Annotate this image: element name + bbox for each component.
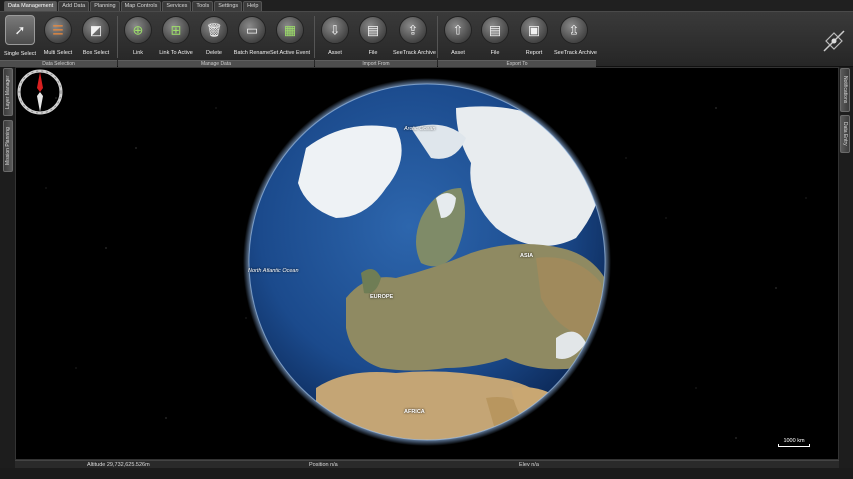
report-icon: ▣ bbox=[520, 16, 548, 44]
set-active-event-label: Set Active Event bbox=[270, 50, 311, 56]
file-import-icon: ▤ bbox=[359, 16, 387, 44]
export-asset-button[interactable]: ⇧ Asset bbox=[438, 14, 478, 58]
calendar-icon: ▦ bbox=[276, 16, 304, 44]
import-seetrack-archive-label: SeeTrack Archive bbox=[393, 50, 436, 56]
group-label-export-to: Export To bbox=[438, 60, 596, 67]
batch-rename-label: Batch Rename bbox=[233, 50, 271, 56]
mission-planning-tab[interactable]: Mission Planning bbox=[3, 120, 13, 172]
cursor-icon: ➚ bbox=[5, 15, 35, 45]
globe-viewport[interactable]: Arctic Ocean North Atlantic Ocean EUROPE… bbox=[15, 67, 839, 460]
tab-data-management[interactable]: Data Management bbox=[4, 1, 58, 11]
delete-button[interactable]: 🗑 Delete bbox=[194, 14, 234, 58]
export-seetrack-archive-label: SeeTrack Archive bbox=[554, 50, 597, 56]
label-europe: EUROPE bbox=[370, 294, 394, 300]
file-export-icon: ▤ bbox=[481, 16, 509, 44]
import-seetrack-archive-button[interactable]: ⇪ SeeTrack Archive bbox=[393, 14, 436, 58]
group-label-import-from: Import From bbox=[315, 60, 437, 67]
compass-icon[interactable] bbox=[16, 68, 64, 116]
archive-export-icon: ⇫ bbox=[560, 16, 588, 44]
delete-label: Delete bbox=[206, 50, 222, 56]
single-select-label: Single Select bbox=[3, 51, 37, 57]
tab-settings[interactable]: Settings bbox=[214, 1, 243, 11]
box-select-label: Box Select bbox=[82, 50, 110, 56]
multi-select-icon: ☰ bbox=[44, 16, 72, 44]
single-select-button[interactable]: ➚ Single Select bbox=[0, 14, 40, 58]
tab-services[interactable]: Services bbox=[162, 1, 192, 11]
trash-icon: 🗑 bbox=[200, 16, 228, 44]
export-asset-label: Asset bbox=[451, 50, 465, 56]
group-manage-data: ⊕ Link ⊞ Link To Active 🗑 Delete ▭ Batch… bbox=[118, 12, 314, 67]
tab-planning[interactable]: Planning bbox=[90, 1, 120, 11]
import-file-label: File bbox=[368, 50, 378, 56]
tab-help[interactable]: Help bbox=[243, 1, 263, 11]
group-label-manage-data: Manage Data bbox=[118, 60, 314, 67]
import-asset-label: Asset bbox=[328, 50, 342, 56]
label-north-atlantic-ocean: North Atlantic Ocean bbox=[248, 268, 299, 274]
ribbon-toolbar: ➚ Single Select ☰ Multi Select ◩ Box Sel… bbox=[0, 11, 853, 67]
link-label: Link bbox=[132, 50, 144, 56]
import-asset-button[interactable]: ⇩ Asset bbox=[315, 14, 355, 58]
scale-bar-line bbox=[778, 444, 810, 447]
group-import-from: ⇩ Asset ▤ File ⇪ SeeTrack Archive Import… bbox=[315, 12, 437, 67]
report-button[interactable]: ▣ Report bbox=[514, 14, 554, 58]
label-asia: ASIA bbox=[520, 253, 534, 259]
multi-select-label: Multi Select bbox=[43, 50, 73, 56]
label-africa: AFRICA bbox=[404, 409, 425, 415]
link-button[interactable]: ⊕ Link bbox=[118, 14, 158, 58]
link-to-active-icon: ⊞ bbox=[162, 16, 190, 44]
box-select-button[interactable]: ◩ Box Select bbox=[76, 14, 116, 58]
asset-export-icon: ⇧ bbox=[444, 16, 472, 44]
group-export-to: ⇧ Asset ▤ File ▣ Report ⇫ SeeTrack Archi… bbox=[438, 12, 597, 67]
layer-manager-tab[interactable]: Layer Manager bbox=[3, 68, 13, 116]
export-file-button[interactable]: ▤ File bbox=[475, 14, 515, 58]
import-file-button[interactable]: ▤ File bbox=[353, 14, 393, 58]
main-tab-bar: Data Management Add Data Planning Map Co… bbox=[0, 0, 853, 11]
bottom-strip bbox=[0, 468, 853, 479]
multi-select-button[interactable]: ☰ Multi Select bbox=[38, 14, 78, 58]
archive-import-icon: ⇪ bbox=[399, 16, 427, 44]
export-file-label: File bbox=[490, 50, 500, 56]
status-bar: Altitude 29,732,625.526m Position n/a El… bbox=[15, 460, 839, 468]
tab-add-data[interactable]: Add Data bbox=[58, 1, 90, 11]
label-arctic-ocean: Arctic Ocean bbox=[404, 126, 436, 132]
data-entry-tab[interactable]: Data Entry bbox=[840, 115, 850, 153]
tab-tools[interactable]: Tools bbox=[192, 1, 214, 11]
tab-map-controls[interactable]: Map Controls bbox=[120, 1, 162, 11]
app-logo-icon bbox=[823, 30, 845, 52]
batch-rename-button[interactable]: ▭ Batch Rename bbox=[232, 14, 272, 58]
set-active-event-button[interactable]: ▦ Set Active Event bbox=[270, 14, 310, 58]
link-icon: ⊕ bbox=[124, 16, 152, 44]
scale-bar: 1000 km bbox=[778, 438, 810, 448]
asset-import-icon: ⇩ bbox=[321, 16, 349, 44]
rename-icon: ▭ bbox=[238, 16, 266, 44]
group-label-data-selection: Data Selection bbox=[0, 60, 117, 67]
link-to-active-label: Link To Active bbox=[159, 50, 193, 56]
report-label: Report bbox=[525, 50, 543, 56]
export-seetrack-archive-button[interactable]: ⇫ SeeTrack Archive bbox=[554, 14, 597, 58]
box-select-icon: ◩ bbox=[82, 16, 110, 44]
group-data-selection: ➚ Single Select ☰ Multi Select ◩ Box Sel… bbox=[0, 12, 117, 67]
link-to-active-button[interactable]: ⊞ Link To Active bbox=[156, 14, 196, 58]
notifications-tab[interactable]: Notifications bbox=[840, 68, 850, 112]
